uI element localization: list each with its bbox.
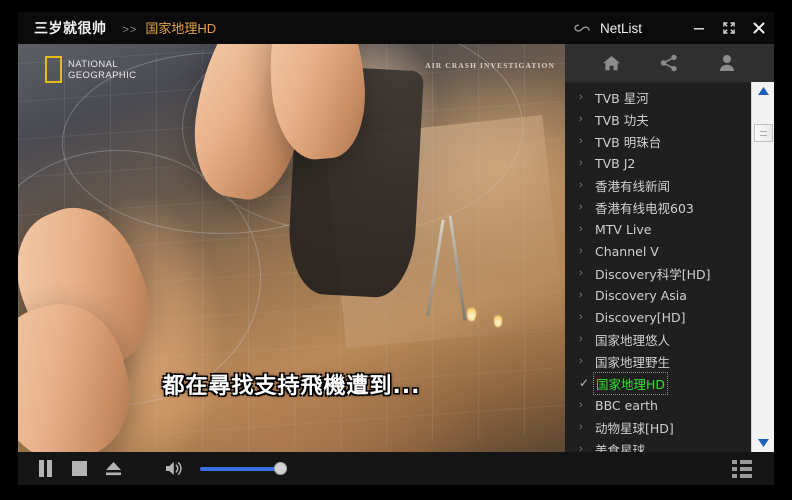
channel-list-scrollbar[interactable] (751, 82, 774, 452)
chevron-right-icon: › (579, 245, 583, 257)
channel-label: 美食星球 (595, 442, 646, 453)
program-watermark: AIR CRASH INVESTIGATION (425, 61, 555, 70)
natgeo-logo-text: NATIONAL GEOGRAPHIC (68, 59, 136, 81)
app-name: 三岁就很帅 (34, 20, 107, 36)
volume-slider[interactable] (200, 452, 290, 485)
chevron-right-icon: › (579, 223, 583, 235)
channel-label: 动物星球[HD] (595, 420, 674, 436)
minimize-button[interactable] (684, 12, 714, 44)
stop-button[interactable] (62, 452, 96, 485)
channel-label: Channel V (595, 243, 659, 259)
grid-glyph (732, 459, 752, 478)
channel-row[interactable]: › Discovery科学[HD] (565, 262, 752, 284)
chevron-right-icon: › (579, 333, 583, 345)
channel-label: 国家地理HD (592, 371, 669, 395)
natgeo-logo-line2: GEOGRAPHIC (68, 69, 137, 81)
channel-row[interactable]: › 动物星球[HD] (565, 416, 752, 438)
infinity-cloud-icon (574, 21, 592, 35)
scroll-down-arrow-icon[interactable] (752, 434, 774, 452)
channel-label: 国家地理悠人 (595, 332, 671, 348)
scroll-up-arrow-icon[interactable] (752, 82, 774, 100)
channel-row[interactable]: › Discovery[HD] (565, 306, 752, 328)
title-bar-right: NetList (574, 12, 774, 44)
channel-label: 香港有线新闻 (595, 178, 671, 194)
channel-row[interactable]: › 国家地理野生 (565, 350, 752, 372)
chevron-right-icon: › (579, 421, 583, 433)
user-icon[interactable] (714, 51, 740, 75)
channel-row[interactable]: › TVB J2 (565, 152, 752, 174)
channel-label: BBC earth (595, 397, 658, 413)
check-icon: ✓ (579, 376, 590, 390)
breadcrumb-current-channel: 国家地理HD (145, 21, 217, 36)
maximize-button[interactable] (714, 12, 744, 44)
channel-row[interactable]: › 国家地理悠人 (565, 328, 752, 350)
channel-row-selected[interactable]: ✓ 国家地理HD (565, 371, 752, 395)
window-title: NetList (599, 20, 642, 36)
natgeo-logo-line1: NATIONAL (68, 58, 119, 70)
scrollbar-thumb[interactable] (754, 124, 773, 142)
channel-row[interactable]: › 香港有线电视603 (565, 196, 752, 218)
chevron-right-icon: › (579, 201, 583, 213)
chevron-right-icon: › (579, 289, 583, 301)
home-icon[interactable] (599, 51, 625, 75)
chevron-right-icon: › (579, 91, 583, 103)
breadcrumb-separator: >> (122, 24, 138, 36)
chevron-right-icon: › (579, 113, 583, 125)
channel-row[interactable]: › BBC earth (565, 394, 752, 416)
pause-button[interactable] (28, 452, 62, 485)
channel-row[interactable]: › 香港有线新闻 (565, 174, 752, 196)
close-button[interactable] (744, 12, 774, 44)
channel-row[interactable]: › Channel V (565, 240, 752, 262)
chevron-right-icon: › (579, 267, 583, 279)
title-bar: 三岁就很帅 >> 国家地理HD NetList (18, 12, 774, 44)
eject-button[interactable] (96, 452, 130, 485)
channel-label: TVB J2 (595, 155, 636, 171)
window-title-group: NetList (574, 21, 642, 36)
channel-row[interactable]: › MTV Live (565, 218, 752, 240)
chevron-right-icon: › (579, 157, 583, 169)
chevron-right-icon: › (579, 179, 583, 191)
channel-row[interactable]: › TVB 功夫 (565, 108, 752, 130)
chevron-right-icon: › (579, 135, 583, 147)
volume-icon[interactable] (158, 452, 192, 485)
chevron-right-icon: › (579, 399, 583, 411)
share-icon[interactable] (656, 51, 682, 75)
panel-toolbar (565, 44, 774, 83)
breadcrumb: 三岁就很帅 >> 国家地理HD (34, 18, 216, 38)
channel-row[interactable]: › Discovery Asia (565, 284, 752, 306)
video-light-spot (493, 313, 502, 328)
channel-label: Discovery科学[HD] (595, 266, 711, 282)
volume-knob[interactable] (274, 462, 287, 475)
channel-row[interactable]: › TVB 星河 (565, 86, 752, 108)
video-subtitle: 都在尋找支持飛機遭到... (162, 374, 421, 399)
channel-label: Discovery Asia (595, 287, 687, 303)
channel-list[interactable]: › TVB 星河 › TVB 功夫 › TVB 明珠台 › TVB J2 › 香港有线新闻 › 香港有… (565, 82, 752, 453)
natgeo-rectangle-icon (45, 56, 62, 83)
player-controls-bar (18, 452, 774, 485)
channel-label: Discovery[HD] (595, 309, 686, 325)
channel-label: 香港有线电视603 (595, 200, 694, 216)
channel-label: MTV Live (595, 221, 652, 237)
list-view-toggle-icon[interactable] (728, 457, 756, 481)
channel-label: TVB 功夫 (595, 112, 649, 128)
netlist-player-window: 三岁就很帅 >> 国家地理HD NetList NATIONAL GEOGRAP… (0, 0, 792, 500)
video-player-surface[interactable]: NATIONAL GEOGRAPHIC AIR CRASH INVESTIGAT… (18, 44, 565, 452)
video-light-spot (466, 305, 476, 322)
channel-row[interactable]: › TVB 明珠台 (565, 130, 752, 152)
volume-track (200, 466, 282, 471)
chevron-right-icon: › (579, 355, 583, 367)
channel-label: 国家地理野生 (595, 354, 671, 370)
channel-panel: › TVB 星河 › TVB 功夫 › TVB 明珠台 › TVB J2 › 香港有线新闻 › 香港有… (565, 44, 774, 452)
channel-label: TVB 星河 (595, 90, 649, 106)
channel-row[interactable]: › 美食星球 (565, 438, 752, 453)
chevron-right-icon: › (579, 443, 583, 452)
national-geographic-logo: NATIONAL GEOGRAPHIC (45, 56, 136, 83)
chevron-right-icon: › (579, 311, 583, 323)
channel-label: TVB 明珠台 (595, 134, 662, 150)
